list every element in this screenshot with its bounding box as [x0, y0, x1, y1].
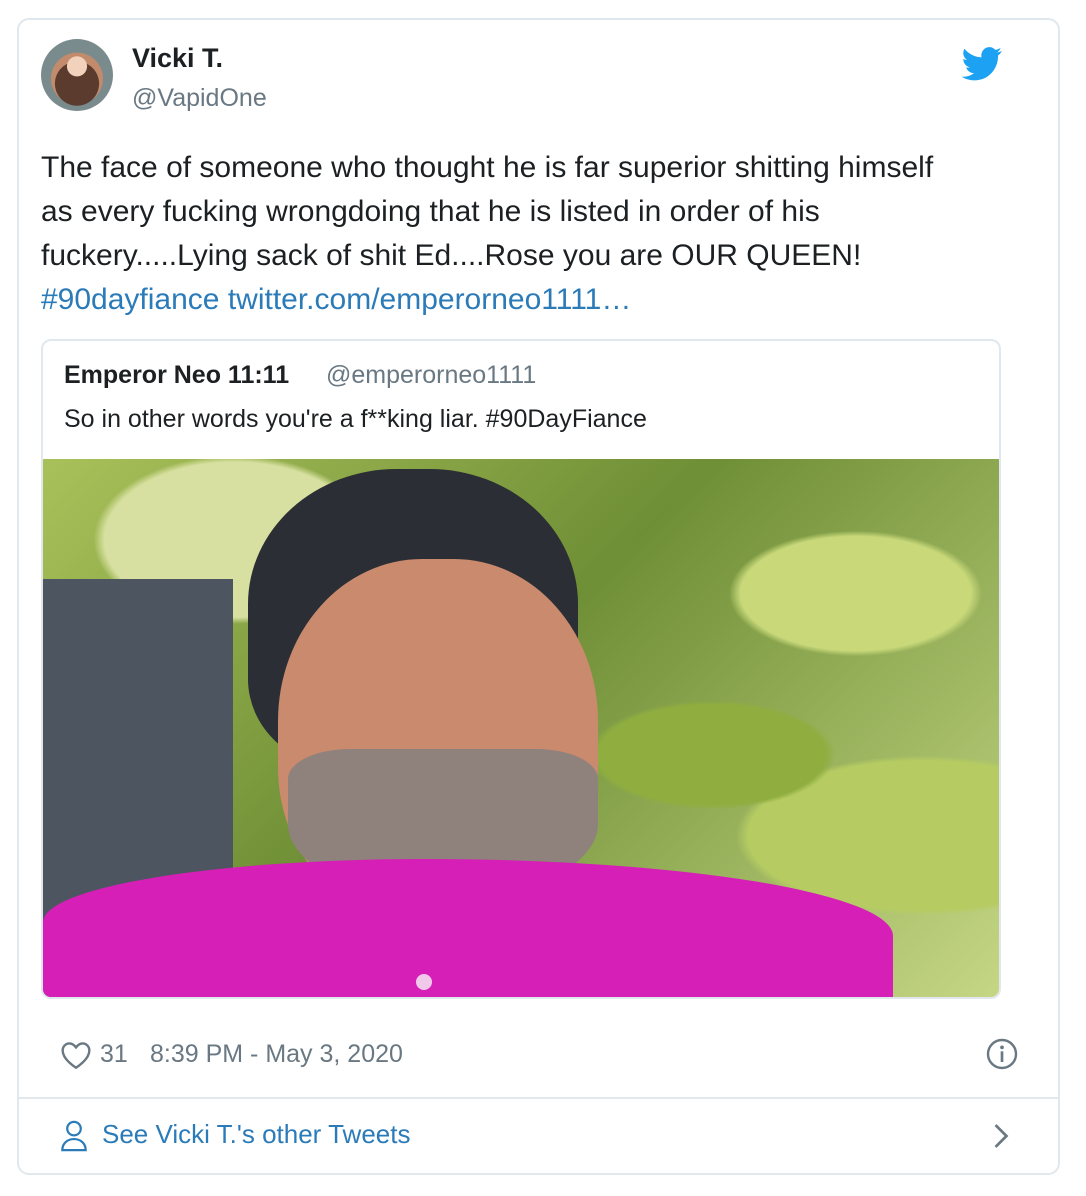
- person-icon: [61, 1120, 87, 1152]
- photo-person-shirt: [43, 859, 893, 997]
- quoted-tweet-text: So in other words you're a f**king liar.…: [64, 405, 647, 433]
- tweet-timestamp[interactable]: 8:39 PM - May 3, 2020: [150, 1040, 403, 1069]
- hashtag-link[interactable]: #90dayfiance: [41, 283, 219, 316]
- see-other-tweets-link[interactable]: See Vicki T.'s other Tweets: [102, 1119, 410, 1150]
- author-handle[interactable]: @VapidOne: [132, 84, 267, 113]
- tweet-text-line: as every fucking wrongdoing that he is l…: [41, 195, 820, 228]
- tweet-text-line: fuckery.....Lying sack of shit Ed....Ros…: [41, 239, 862, 272]
- chevron-right-icon[interactable]: [990, 1121, 1012, 1151]
- info-icon[interactable]: [986, 1038, 1018, 1070]
- twitter-bird-icon[interactable]: [961, 47, 1003, 81]
- author-name[interactable]: Vicki T.: [132, 43, 223, 74]
- heart-icon[interactable]: [60, 1040, 92, 1070]
- tweet-text: The face of someone who thought he is fa…: [41, 146, 1021, 322]
- tweet-header: Vicki T. @VapidOne: [41, 39, 1003, 119]
- quoted-author-name: Emperor Neo 11:11: [64, 361, 290, 389]
- tweet-text-line: The face of someone who thought he is fa…: [41, 151, 934, 184]
- quoted-tweet-link[interactable]: twitter.com/emperorneo1111…: [228, 283, 632, 316]
- photo-shirt-button: [416, 974, 432, 990]
- quoted-tweet[interactable]: Emperor Neo 11:11 @emperorneo1111 So in …: [41, 339, 1001, 999]
- avatar[interactable]: [41, 39, 113, 111]
- tweet-meta: 31 8:39 PM - May 3, 2020: [60, 1038, 1020, 1074]
- see-other-tweets-row[interactable]: See Vicki T.'s other Tweets: [60, 1117, 1020, 1157]
- quoted-tweet-photo[interactable]: [43, 459, 999, 997]
- like-count[interactable]: 31: [100, 1040, 128, 1069]
- divider: [18, 1097, 1058, 1099]
- quoted-author-handle: @emperorneo1111: [326, 361, 537, 389]
